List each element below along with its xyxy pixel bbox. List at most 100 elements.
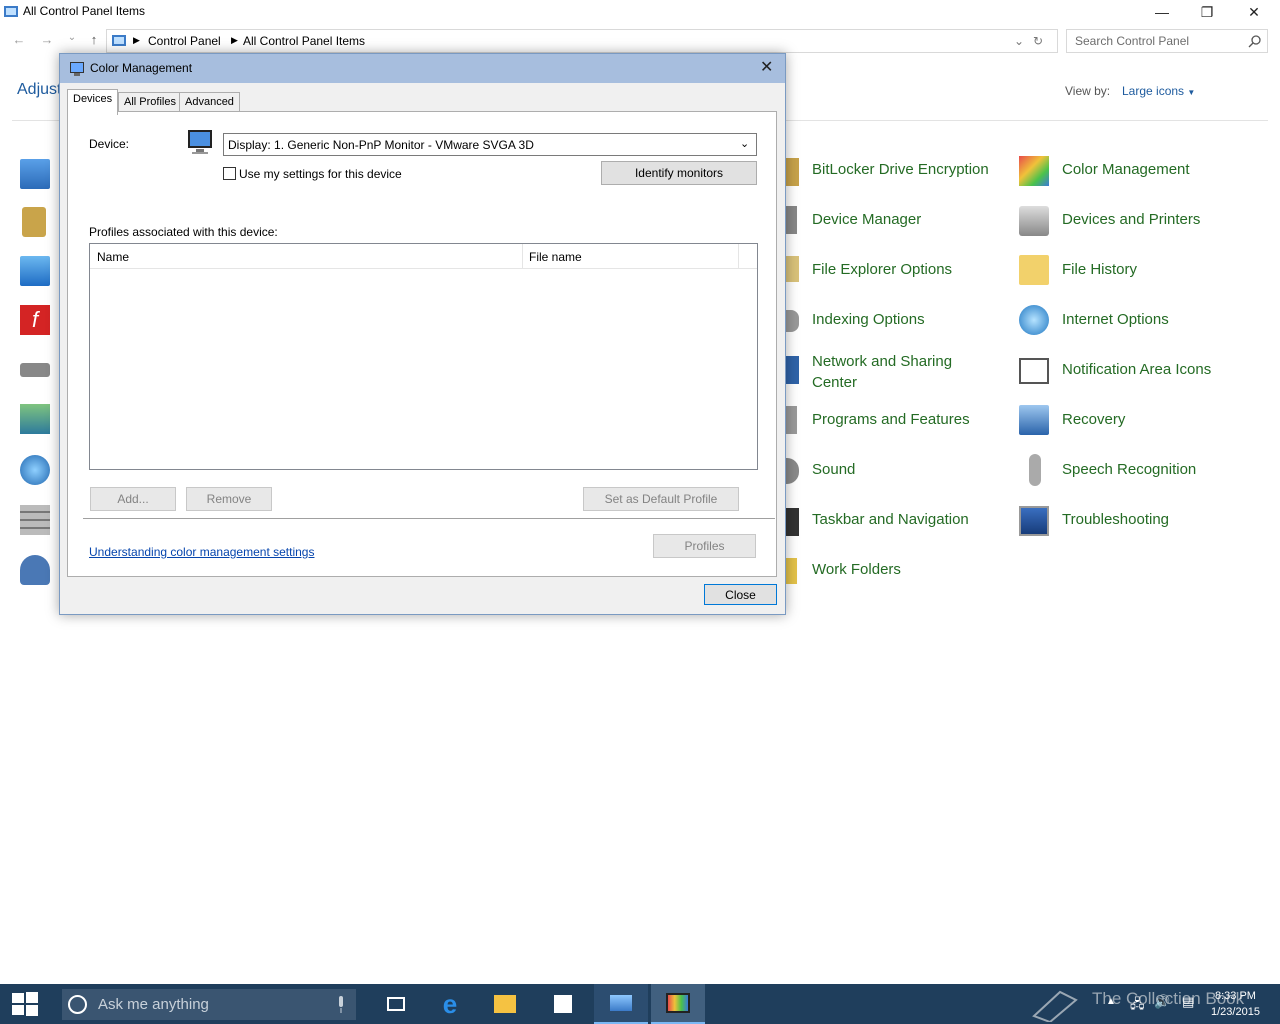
cp-item-label: File Explorer Options (812, 261, 953, 278)
color-management-icon (70, 62, 84, 76)
breadcrumb-chevron-icon: ▶ (231, 35, 238, 45)
cp-item-indexing-options[interactable]: Indexing Options (812, 311, 925, 328)
device-select[interactable]: Display: 1. Generic Non-PnP Monitor - VM… (223, 133, 757, 156)
internet-options-icon[interactable] (1019, 305, 1049, 335)
cp-item-bitlocker[interactable]: BitLocker Drive Encryption (812, 161, 989, 178)
clock-date[interactable]: 1/23/2015 (1211, 1006, 1260, 1018)
display-icon[interactable] (20, 256, 50, 286)
indexing-options-icon[interactable] (785, 310, 799, 332)
color-management-task-icon[interactable] (651, 984, 705, 1024)
sound-icon[interactable] (785, 458, 799, 484)
devices-printers-icon[interactable] (1019, 206, 1049, 236)
region-icon[interactable] (20, 455, 50, 485)
cp-item-internet-options[interactable]: Internet Options (1062, 311, 1169, 328)
taskbar: Ask me anything e The Collection Book ▲ … (0, 984, 1280, 1024)
dialog-close-icon[interactable]: ✕ (760, 57, 773, 77)
cp-item-device-manager[interactable]: Device Manager (812, 211, 921, 228)
microphone-icon[interactable] (1029, 454, 1041, 486)
set-default-profile-button[interactable]: Set as Default Profile (583, 487, 739, 511)
color-management-dialog: Color Management ✕ Devices All Profiles … (59, 53, 786, 615)
identify-monitors-button[interactable]: Identify monitors (601, 161, 757, 185)
cp-item-network-sharing[interactable]: Network and Sharing Center (812, 351, 982, 393)
up-arrow-icon[interactable]: ↑ (84, 32, 104, 50)
cp-item-label: Sound (812, 461, 856, 478)
search-icon (1248, 35, 1261, 48)
volume-icon[interactable]: 🔊 (1154, 994, 1170, 1010)
color-management-icon[interactable] (1019, 156, 1049, 186)
cp-item-programs-features[interactable]: Programs and Features (812, 411, 970, 428)
keyboard-icon[interactable] (20, 363, 50, 377)
personalization-icon[interactable] (20, 404, 50, 434)
network-icon[interactable]: 🖧 (1130, 995, 1145, 1017)
windows-start-icon[interactable] (12, 992, 38, 1016)
action-center-icon[interactable] (20, 159, 50, 189)
profiles-button[interactable]: Profiles (653, 534, 756, 558)
remove-profile-button[interactable]: Remove (186, 487, 272, 511)
device-manager-icon[interactable] (785, 206, 797, 234)
cp-item-sound[interactable]: Sound (812, 461, 855, 478)
cp-item-label: Indexing Options (812, 311, 925, 328)
file-history-icon[interactable] (1019, 255, 1049, 285)
close-button[interactable]: Close (704, 584, 777, 605)
control-panel-task-icon[interactable] (594, 984, 648, 1024)
column-header-file-name[interactable]: File name (529, 250, 582, 264)
breadcrumb-control-panel[interactable]: Control Panel (148, 34, 221, 48)
task-view-icon[interactable] (369, 984, 423, 1024)
store-icon[interactable] (536, 984, 590, 1024)
use-my-settings-checkbox[interactable] (223, 167, 236, 180)
cortana-placeholder: Ask me anything (98, 996, 209, 1013)
add-profile-button[interactable]: Add... (90, 487, 176, 511)
user-accounts-icon[interactable] (20, 555, 50, 585)
minimize-button[interactable]: — (1139, 0, 1185, 24)
search-placeholder: Search Control Panel (1075, 34, 1190, 48)
cp-item-notification-area[interactable]: Notification Area Icons (1062, 361, 1211, 378)
history-dropdown-icon[interactable]: ⌄ (1014, 34, 1024, 48)
cp-item-recovery[interactable]: Recovery (1062, 411, 1125, 428)
cp-item-devices-printers[interactable]: Devices and Printers (1062, 211, 1200, 228)
back-arrow-icon[interactable]: ← (9, 32, 29, 50)
cp-item-color-management[interactable]: Color Management (1062, 161, 1190, 178)
edge-browser-icon[interactable]: e (423, 984, 477, 1024)
cp-item-taskbar-navigation[interactable]: Taskbar and Navigation (812, 511, 969, 528)
cp-item-label: Taskbar and Navigation (812, 511, 969, 528)
refresh-icon[interactable]: ↻ (1033, 34, 1043, 48)
search-input[interactable]: Search Control Panel (1066, 29, 1268, 53)
forward-arrow-icon[interactable]: → (37, 32, 57, 50)
profiles-list[interactable]: Name File name (89, 243, 758, 470)
admin-tools-icon[interactable] (22, 207, 46, 237)
cp-item-file-explorer-options[interactable]: File Explorer Options (812, 261, 952, 278)
address-box[interactable]: ▶ Control Panel ▶ All Control Panel Item… (106, 29, 1058, 53)
help-link[interactable]: Understanding color management settings (89, 545, 314, 559)
restore-button[interactable]: ❐ (1184, 0, 1230, 24)
bitlocker-icon[interactable] (785, 158, 799, 186)
breadcrumb-all-items[interactable]: All Control Panel Items (243, 34, 365, 48)
work-folders-icon[interactable] (785, 558, 797, 584)
taskbar-icon[interactable] (785, 508, 799, 536)
flash-player-icon[interactable]: f (20, 305, 50, 335)
column-divider[interactable] (738, 244, 739, 268)
column-header-name[interactable]: Name (97, 250, 129, 264)
file-explorer-options-icon[interactable] (785, 256, 799, 282)
close-window-button[interactable]: ✕ (1231, 0, 1277, 24)
cortana-search-box[interactable]: Ask me anything (62, 989, 356, 1020)
file-explorer-icon[interactable] (478, 984, 532, 1024)
show-hidden-icons-icon[interactable]: ▲ (1106, 996, 1116, 1007)
notification-area-icon[interactable] (1019, 358, 1049, 384)
recovery-icon[interactable] (1019, 405, 1049, 435)
cp-item-speech-recognition[interactable]: Speech Recognition (1062, 461, 1196, 478)
clock-time[interactable]: 8:33 PM (1215, 990, 1256, 1002)
use-my-settings-label[interactable]: Use my settings for this device (239, 167, 402, 181)
cp-item-label: Troubleshooting (1062, 511, 1170, 528)
column-divider[interactable] (522, 244, 523, 268)
troubleshooting-icon[interactable] (1019, 506, 1049, 536)
tab-devices[interactable]: Devices (67, 89, 119, 115)
cp-item-work-folders[interactable]: Work Folders (812, 561, 901, 578)
cp-item-file-history[interactable]: File History (1062, 261, 1137, 278)
recent-chevron-icon[interactable]: ⌄ (62, 32, 82, 50)
programs-features-icon[interactable] (785, 406, 797, 434)
view-by-dropdown[interactable]: Large icons ▼ (1122, 84, 1195, 98)
action-center-icon[interactable]: ▤ (1182, 994, 1194, 1010)
cp-item-troubleshooting[interactable]: Troubleshooting (1062, 511, 1169, 528)
storage-spaces-icon[interactable] (20, 505, 50, 535)
network-sharing-icon[interactable] (785, 356, 799, 384)
